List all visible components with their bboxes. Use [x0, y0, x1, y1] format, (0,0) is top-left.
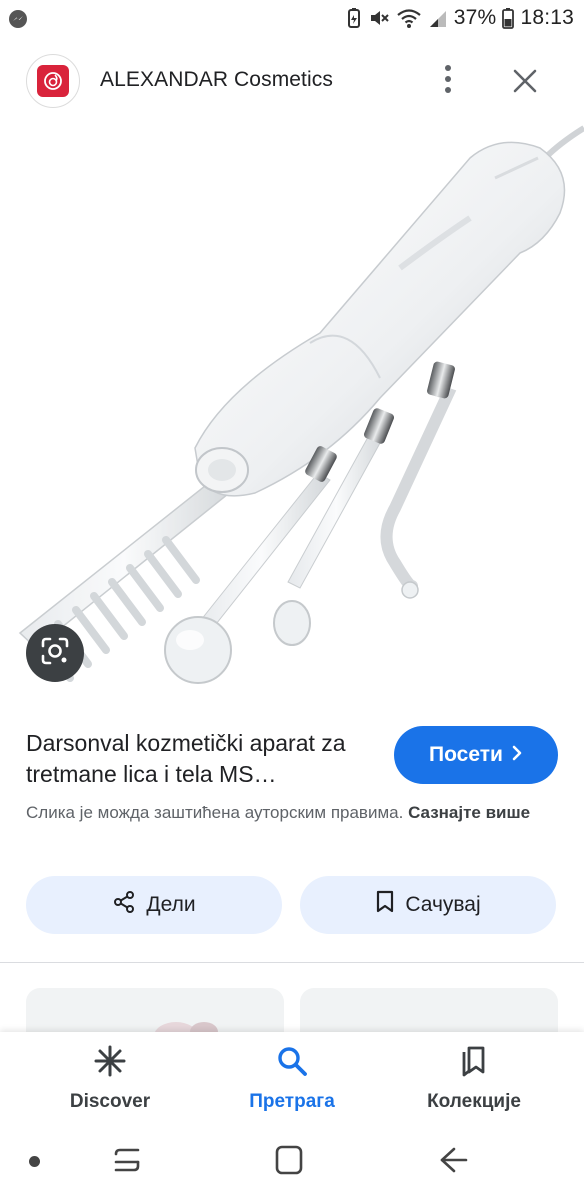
lens-icon [39, 635, 71, 672]
share-label: Дели [146, 893, 196, 916]
battery-percent: 37% [453, 6, 497, 29]
site-avatar[interactable] [26, 54, 80, 108]
search-icon [275, 1044, 309, 1083]
back-button[interactable] [436, 1144, 468, 1181]
bottom-navigation: Discover Претрага Колекције [0, 1032, 584, 1128]
nav-search[interactable]: Претрага [217, 1044, 367, 1113]
battery-saver-icon [346, 7, 362, 29]
viewer-header: ALEXANDAR Cosmetics [0, 52, 584, 110]
collections-icon [457, 1044, 491, 1083]
nav-discover[interactable]: Discover [35, 1044, 185, 1113]
copyright-text: Слика је можда заштићена ауторским прави… [26, 803, 404, 822]
battery-icon [502, 7, 515, 29]
site-name[interactable]: ALEXANDAR Cosmetics [100, 68, 333, 92]
more-vert-icon [444, 64, 452, 99]
nav-collections-label: Колекције [427, 1091, 521, 1112]
visit-button[interactable]: Посети [394, 726, 558, 784]
status-bar: 37% 18:13 [0, 0, 584, 42]
back-arrow-icon [436, 1147, 468, 1180]
clock: 18:13 [520, 6, 574, 29]
divider [0, 962, 584, 963]
share-icon [112, 890, 136, 920]
chevron-right-icon [511, 743, 523, 767]
status-icons: 37% 18:13 [346, 6, 574, 30]
copyright-note: Слика је можда заштићена ауторским прави… [26, 800, 566, 826]
mute-icon [368, 7, 390, 29]
share-button[interactable]: Дели [26, 876, 282, 934]
alexandar-logo [37, 65, 69, 97]
more-options-button[interactable] [434, 62, 462, 100]
product-image[interactable] [0, 118, 584, 704]
messenger-icon [8, 9, 28, 34]
nav-discover-label: Discover [69, 1091, 151, 1112]
wifi-icon [396, 7, 422, 29]
result-title[interactable]: Darsonval kozmetički aparat za tretmane … [26, 728, 376, 790]
signal-icon [428, 7, 448, 29]
learn-more-link[interactable]: Сазнајте више [408, 803, 530, 822]
save-label: Сачувај [405, 893, 481, 916]
home-button[interactable] [274, 1144, 304, 1181]
close-icon [512, 68, 538, 99]
close-button[interactable] [506, 64, 544, 102]
recent-apps-icon [112, 1148, 142, 1180]
recent-apps-button[interactable] [112, 1144, 142, 1181]
save-button[interactable]: Сачувај [300, 876, 556, 934]
home-icon [274, 1145, 304, 1180]
nav-search-label: Претрага [249, 1091, 335, 1112]
nav-collections[interactable]: Колекције [399, 1044, 549, 1113]
bookmark-icon [375, 890, 395, 920]
google-lens-button[interactable] [26, 624, 84, 682]
system-navigation-bar [0, 1128, 584, 1200]
visit-label: Посети [429, 743, 503, 766]
assistant-dot-icon[interactable] [29, 1156, 40, 1167]
asterisk-icon [93, 1044, 127, 1083]
